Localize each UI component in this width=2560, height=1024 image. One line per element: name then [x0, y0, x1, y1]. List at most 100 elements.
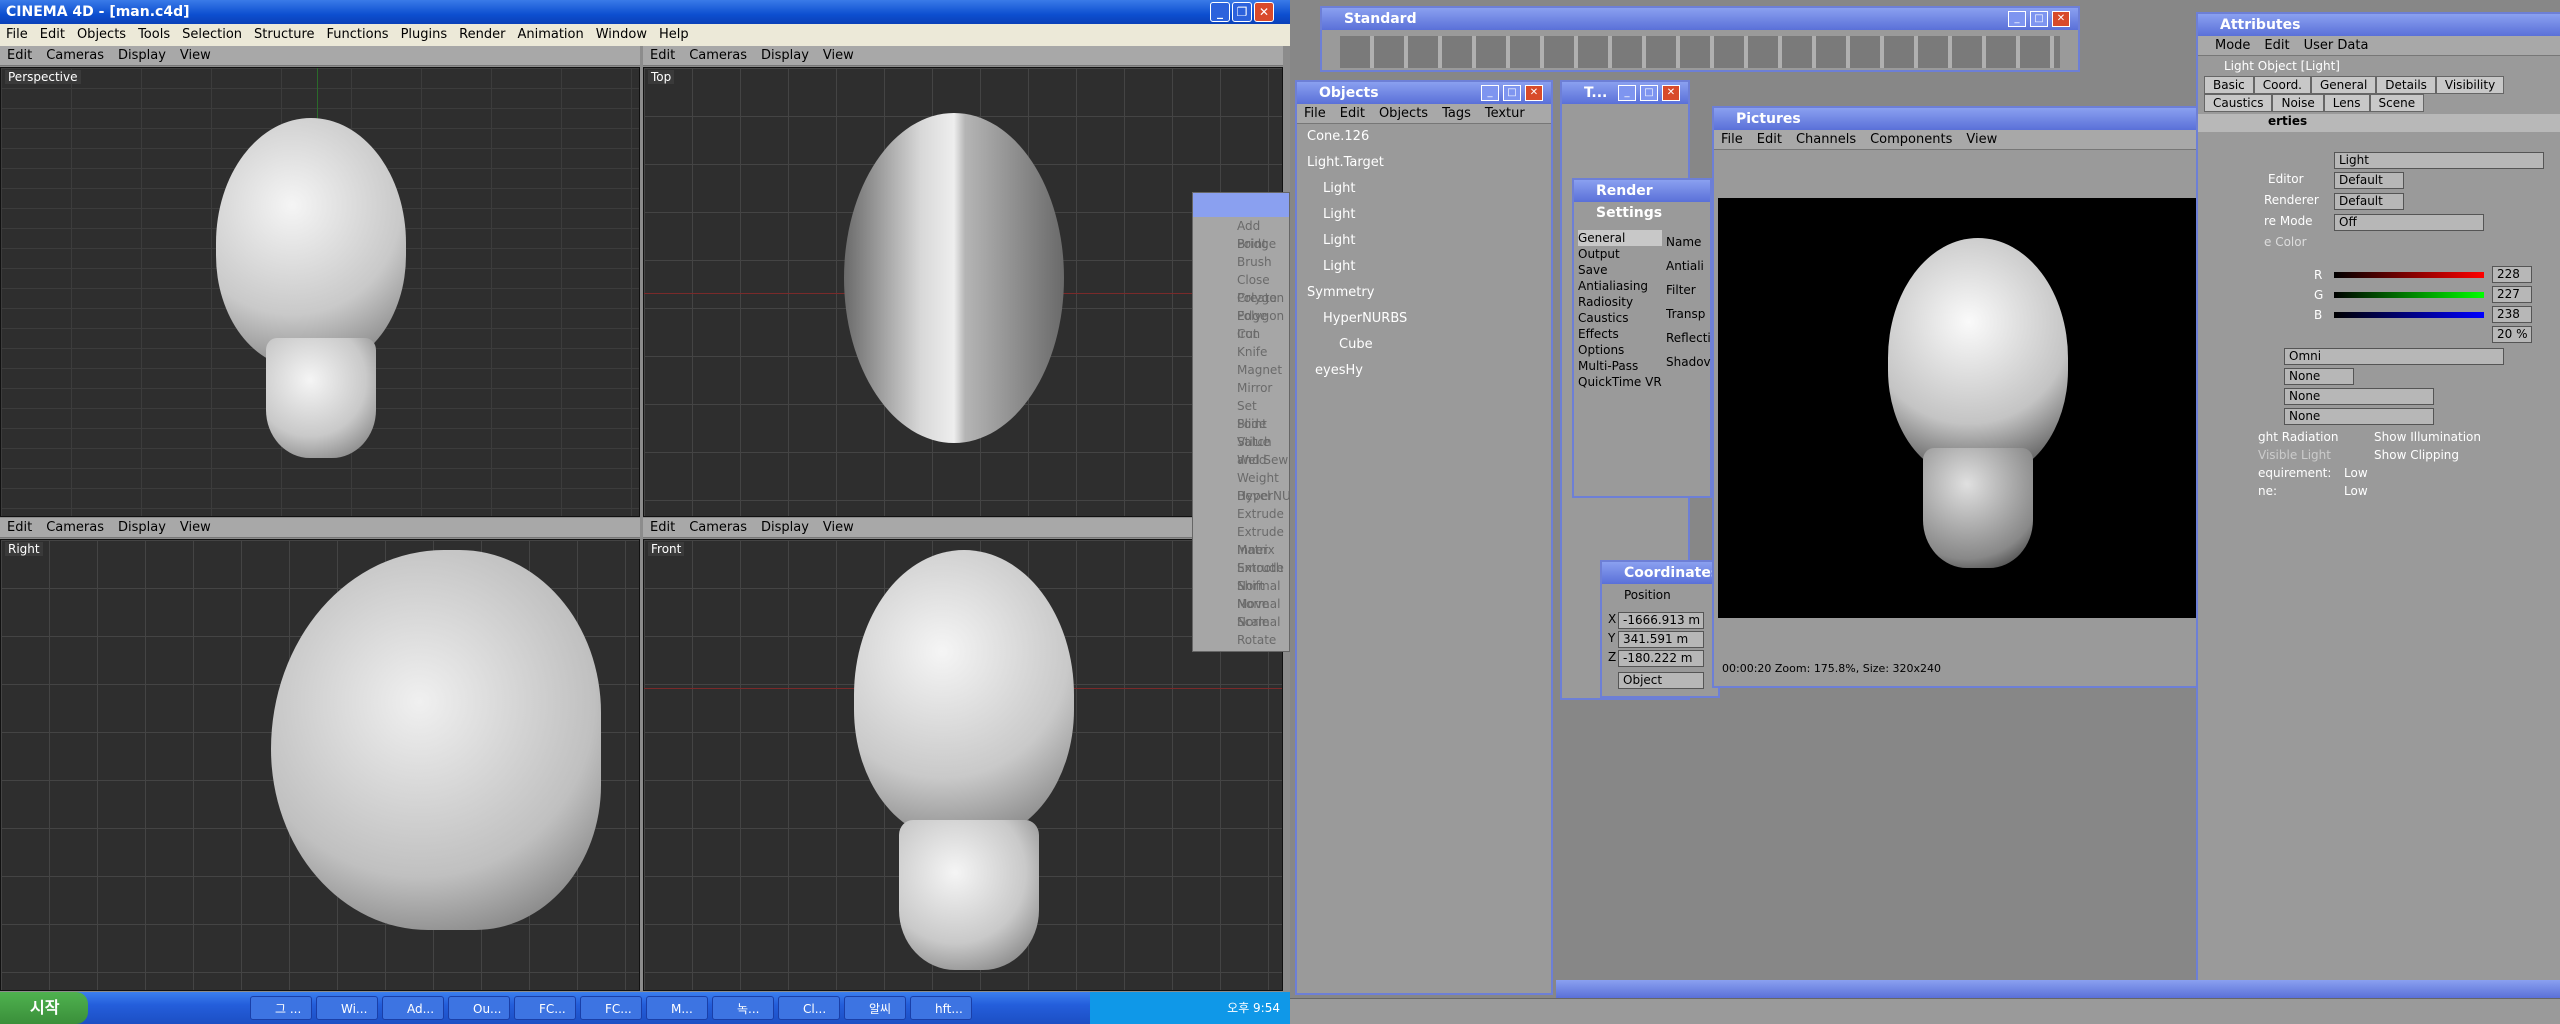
- viewport-menu-item[interactable]: Display: [111, 520, 173, 535]
- menu-item[interactable]: Components: [1863, 132, 1959, 147]
- attr-tab[interactable]: Caustics: [2204, 94, 2273, 112]
- taskbar-button[interactable]: hft...: [910, 996, 972, 1020]
- g-slider[interactable]: [2334, 292, 2484, 298]
- object-item[interactable]: Light: [1307, 202, 1551, 228]
- menu-item[interactable]: Objects: [71, 27, 132, 42]
- b-slider[interactable]: [2334, 312, 2484, 318]
- panel-maximize[interactable]: □: [1503, 85, 1521, 101]
- x-position-field[interactable]: -1666.913 m: [1618, 612, 1704, 629]
- attr-tab[interactable]: Visibility: [2435, 76, 2505, 94]
- object-item[interactable]: Symmetry: [1307, 280, 1551, 306]
- object-item[interactable]: eyesHy: [1307, 358, 1551, 384]
- tool-item[interactable]: Knife: [1215, 343, 1289, 361]
- menu-item[interactable]: Channels: [1789, 132, 1863, 147]
- render-item[interactable]: QuickTime VR: [1578, 374, 1662, 390]
- viewport-right[interactable]: Right: [0, 539, 640, 991]
- attr-tab[interactable]: Scene: [2369, 94, 2425, 112]
- object-item[interactable]: Light: [1307, 228, 1551, 254]
- render-item[interactable]: Options: [1578, 342, 1662, 358]
- attr-tab[interactable]: Lens: [2323, 94, 2370, 112]
- panel-minimize[interactable]: _: [1481, 85, 1499, 101]
- menu-item[interactable]: File: [1297, 106, 1333, 121]
- viewport-menu-item[interactable]: Edit: [643, 48, 682, 63]
- b-value[interactable]: 238: [2492, 306, 2532, 323]
- viewport-menu-item[interactable]: Cameras: [682, 520, 754, 535]
- viewport-menu-item[interactable]: Edit: [0, 48, 39, 63]
- z-position-field[interactable]: -180.222 m: [1618, 650, 1704, 667]
- attr-tab[interactable]: Coord.: [2253, 76, 2311, 94]
- taskbar-button[interactable]: FC...: [580, 996, 642, 1020]
- menu-item[interactable]: Help: [653, 27, 695, 42]
- render-item[interactable]: Antialiasing: [1578, 278, 1662, 294]
- type-select[interactable]: Omni: [2284, 348, 2504, 365]
- menu-item[interactable]: Animation: [511, 27, 589, 42]
- panel-close[interactable]: ✕: [1525, 85, 1543, 101]
- object-item[interactable]: Light: [1307, 254, 1551, 280]
- viewport-menu-item[interactable]: Display: [754, 48, 816, 63]
- taskbar-button[interactable]: Wi...: [316, 996, 378, 1020]
- render-item[interactable]: Save: [1578, 262, 1662, 278]
- viewport-menu-item[interactable]: Cameras: [39, 520, 111, 535]
- viewport-top[interactable]: Top: [643, 67, 1283, 517]
- attr-tab[interactable]: General: [2311, 76, 2377, 94]
- attr-tab[interactable]: Noise: [2272, 94, 2324, 112]
- menu-item[interactable]: Edit: [2257, 38, 2296, 53]
- g-value[interactable]: 227: [2492, 286, 2532, 303]
- taskbar-button[interactable]: FC...: [514, 996, 576, 1020]
- render-item[interactable]: Multi-Pass: [1578, 358, 1662, 374]
- menu-item[interactable]: User Data: [2297, 38, 2376, 53]
- menu-item[interactable]: Mode: [2208, 38, 2257, 53]
- r-slider[interactable]: [2334, 272, 2484, 278]
- minimize-button[interactable]: _: [1210, 2, 1230, 22]
- intensity-field[interactable]: 20 %: [2492, 326, 2532, 343]
- taskbar-button[interactable]: 녹...: [712, 996, 774, 1020]
- taskbar-button[interactable]: Cl...: [778, 996, 840, 1020]
- attr-tab[interactable]: Basic: [2204, 76, 2254, 94]
- attr-tab[interactable]: Details: [2376, 76, 2436, 94]
- taskbar-button[interactable]: Ou...: [448, 996, 510, 1020]
- editor-select[interactable]: Default: [2334, 172, 2404, 189]
- tool-item[interactable]: Set Point Value: [1215, 397, 1289, 449]
- menu-item[interactable]: File: [1714, 132, 1750, 147]
- tool-item[interactable]: Normal Rotate: [1215, 613, 1289, 647]
- menu-item[interactable]: Tools: [132, 27, 176, 42]
- viewport-front[interactable]: Front: [643, 539, 1283, 991]
- panel-minimize[interactable]: _: [2008, 11, 2026, 27]
- object-item[interactable]: Light: [1307, 176, 1551, 202]
- tool-item[interactable]: Matrix Extrude: [1215, 541, 1289, 575]
- r-value[interactable]: 228: [2492, 266, 2532, 283]
- object-item[interactable]: Cone.126: [1307, 124, 1551, 150]
- menu-item[interactable]: Selection: [176, 27, 248, 42]
- panel-maximize[interactable]: □: [2030, 11, 2048, 27]
- viewport-menu-item[interactable]: View: [816, 520, 861, 535]
- name-field[interactable]: Light: [2334, 152, 2544, 169]
- object-item[interactable]: HyperNURBS: [1307, 306, 1551, 332]
- menu-item[interactable]: Functions: [321, 27, 395, 42]
- menu-item[interactable]: View: [1959, 132, 2004, 147]
- menu-item[interactable]: Objects: [1372, 106, 1435, 121]
- tool-item[interactable]: Slide: [1215, 415, 1289, 433]
- viewport-menu-item[interactable]: Display: [754, 520, 816, 535]
- tool-item[interactable]: Smooth Shift: [1215, 559, 1289, 593]
- noise-select[interactable]: None: [2284, 408, 2434, 425]
- menu-item[interactable]: Edit: [1750, 132, 1789, 147]
- close-button[interactable]: ✕: [1254, 2, 1274, 22]
- render-item[interactable]: Radiosity: [1578, 294, 1662, 310]
- viewport-menu-item[interactable]: Edit: [0, 520, 39, 535]
- restore-button[interactable]: ❐: [1232, 2, 1252, 22]
- viewport-perspective[interactable]: Perspective: [0, 67, 640, 517]
- object-item[interactable]: Cube: [1307, 332, 1551, 358]
- tool-item[interactable]: Extrude Inner: [1215, 523, 1289, 557]
- taskbar-button[interactable]: 그 ...: [250, 996, 312, 1020]
- tool-item[interactable]: Stitch and Sew: [1215, 433, 1289, 467]
- viewport-menu-item[interactable]: Cameras: [39, 48, 111, 63]
- menu-item[interactable]: Textur: [1478, 106, 1532, 121]
- viewport-menu-item[interactable]: View: [173, 520, 218, 535]
- tool-item[interactable]: Bridge: [1215, 235, 1289, 253]
- panel-maximize[interactable]: □: [1640, 85, 1658, 101]
- menu-item[interactable]: Edit: [34, 27, 71, 42]
- render-item[interactable]: General: [1578, 230, 1662, 246]
- show-clip-label[interactable]: Show Clipping: [2374, 448, 2459, 462]
- menu-item[interactable]: Structure: [248, 27, 320, 42]
- tool-item[interactable]: Normal Move: [1215, 577, 1289, 611]
